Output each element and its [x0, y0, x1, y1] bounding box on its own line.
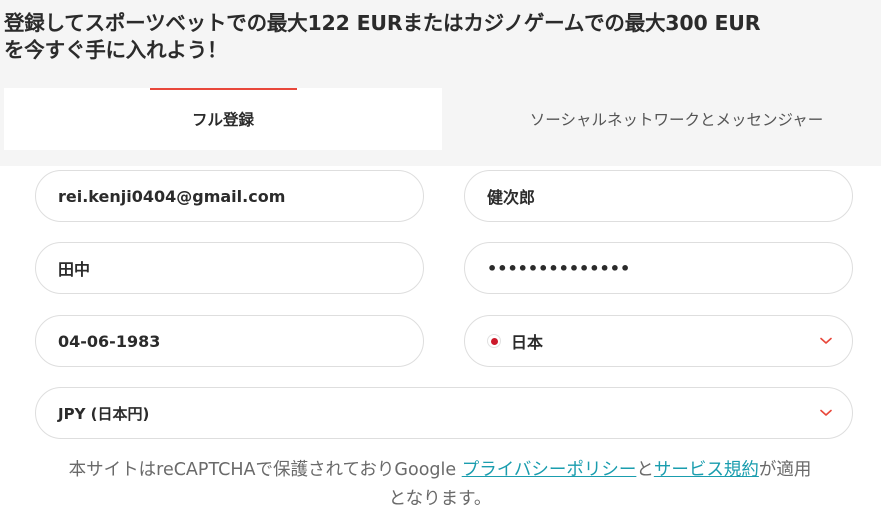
last-name-field[interactable]	[35, 242, 424, 294]
first-name-input[interactable]	[487, 186, 834, 206]
first-name-field[interactable]	[464, 170, 853, 222]
registration-form: •••••••••••••• 日本 JPY (日本円) 本サイトはreCAPTC…	[0, 166, 881, 520]
registration-page: 登録してスポーツベットでの最大122 EURまたはカジノゲームでの最大300 E…	[0, 0, 881, 520]
chevron-down-icon[interactable]	[818, 405, 834, 421]
currency-select[interactable]: JPY (日本円)	[35, 387, 853, 439]
birth-date-input[interactable]	[58, 331, 405, 351]
password-input[interactable]: ••••••••••••••	[487, 259, 834, 278]
country-value: 日本	[511, 333, 544, 352]
tab-full-registration-label: フル登録	[191, 111, 254, 129]
currency-value: JPY (日本円)	[58, 404, 150, 423]
email-input[interactable]	[58, 186, 405, 206]
password-field[interactable]: ••••••••••••••	[464, 242, 853, 294]
promo-headline: 登録してスポーツベットでの最大122 EURまたはカジノゲームでの最大300 E…	[4, 11, 761, 62]
registration-tabs: フル登録 ソーシャルネットワークとメッセンジャー	[4, 88, 881, 150]
tab-full-registration[interactable]: フル登録	[4, 88, 442, 150]
email-field[interactable]	[35, 170, 424, 222]
tab-social-networks-label: ソーシャルネットワークとメッセンジャー	[529, 111, 824, 129]
country-select[interactable]: 日本	[464, 315, 853, 367]
recaptcha-connector: と	[636, 460, 654, 480]
last-name-input[interactable]	[58, 258, 405, 278]
chevron-down-icon[interactable]	[818, 333, 834, 349]
tab-social-networks[interactable]: ソーシャルネットワークとメッセンジャー	[442, 88, 881, 150]
japan-flag-icon	[487, 334, 501, 348]
birth-date-field[interactable]	[35, 315, 424, 367]
recaptcha-notice: 本サイトはreCAPTCHAで保護されておりGoogle プライバシーポリシーと…	[60, 456, 820, 514]
terms-of-service-link[interactable]: サービス規約	[654, 460, 759, 480]
active-tab-indicator	[150, 88, 297, 90]
recaptcha-text: 本サイトはreCAPTCHAで保護されておりGoogle	[68, 460, 462, 480]
privacy-policy-link[interactable]: プライバシーポリシー	[462, 460, 637, 480]
